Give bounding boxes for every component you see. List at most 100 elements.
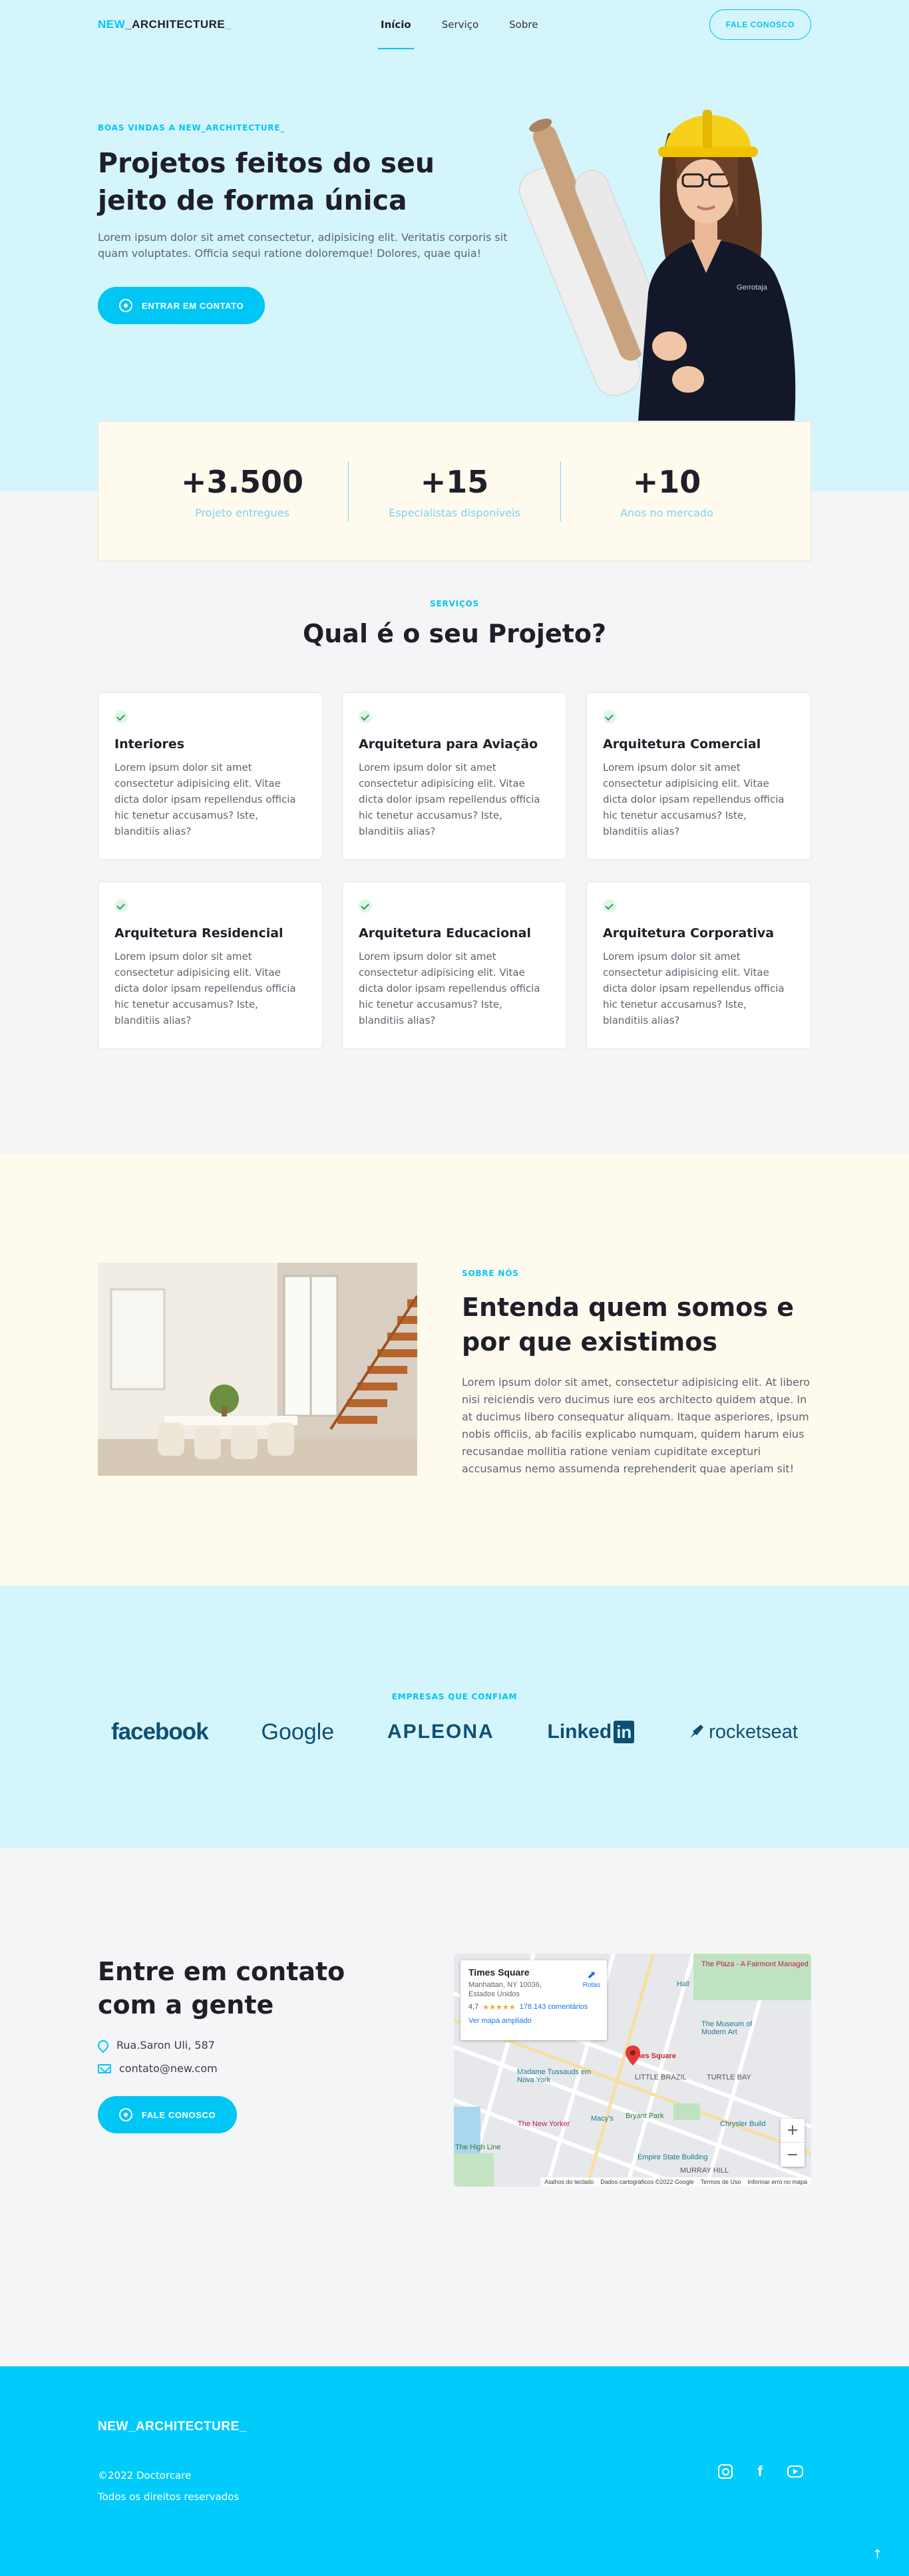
map-report-link[interactable]: Informar erro no mapa	[747, 2179, 807, 2185]
back-to-top-button[interactable]: ↑	[872, 2547, 882, 2561]
service-card-residencial[interactable]: Arquitetura Residencial Lorem ipsum dolo…	[98, 881, 323, 1049]
main-nav: Início Serviço Sobre	[378, 0, 538, 49]
footer-logo[interactable]: NEW_ARCHITECTURE_	[98, 2420, 247, 2434]
services-section: SERVIÇOS Qual é o seu Projeto? Interiore…	[0, 491, 909, 1049]
service-card-title: Arquitetura Corporativa	[603, 926, 775, 941]
map-place-title: Times Square	[468, 1967, 530, 1978]
shirt-text: Gerrotaja	[737, 284, 768, 292]
contact-button[interactable]: FALE CONOSCO	[98, 2096, 238, 2133]
contact-section: Entre em contato com a gente Rua.Saron U…	[0, 1848, 909, 2296]
about-text: SOBRE NÓS Entenda quem somos e por que e…	[462, 1269, 811, 1478]
map-route-button[interactable]: ⬈ Rotas	[583, 1968, 600, 1989]
map-label: The New Yorker	[518, 2120, 570, 2128]
brands-row: facebook Google APLEONA Linked in rocket…	[111, 1719, 798, 1745]
directions-icon: ⬈	[587, 1970, 596, 1981]
map-label: LITTLE BRAZIL	[635, 2073, 687, 2081]
contact-email-text[interactable]: contato@new.com	[119, 2062, 218, 2075]
services-title: Qual é o seu Projeto?	[302, 619, 607, 648]
map-shortcuts-link[interactable]: Atalhos do teclado	[544, 2179, 594, 2185]
logo[interactable]: NEW_ARCHITECTURE_	[98, 18, 232, 31]
header-contact-button[interactable]: FALE CONOSCO	[709, 9, 811, 40]
service-card-interiores[interactable]: Interiores Lorem ipsum dolor sit amet co…	[98, 692, 323, 860]
map-marker-icon[interactable]	[626, 2045, 640, 2065]
stats-panel: +3.500 Projeto entregues +15 Especialist…	[98, 421, 811, 561]
check-icon	[359, 710, 372, 724]
stat-value: +3.500	[180, 463, 304, 500]
stat-value: +15	[420, 463, 489, 500]
zoom-out-button[interactable]: −	[781, 2143, 805, 2167]
logo-suffix: _	[225, 18, 232, 31]
contact-address-text: Rua.Saron Uli, 587	[116, 2039, 215, 2051]
hero-contact-button[interactable]: ENTRAR EM CONTATO	[98, 287, 266, 324]
service-card-corporativa[interactable]: Arquitetura Corporativa Lorem ipsum dolo…	[586, 881, 811, 1049]
map-expand-link[interactable]: Ver mapa ampliado	[468, 2017, 599, 2025]
logo-prefix: NEW	[98, 18, 126, 31]
linkedin-logo-text: Linked	[547, 1721, 612, 1743]
service-card-aviacao[interactable]: Arquitetura para Aviação Lorem ipsum dol…	[342, 692, 567, 860]
rocket-icon	[690, 1725, 704, 1738]
map-label: Empire State Building	[637, 2153, 708, 2161]
map-label: The Plaza - A Fairmont Managed	[701, 1960, 809, 1968]
social-links: f	[718, 2463, 803, 2479]
hero-section: NEW_ARCHITECTURE_ Início Serviço Sobre F…	[0, 0, 909, 491]
contact-title: Entre em contato com a gente	[98, 1957, 345, 2020]
service-card-title: Arquitetura Educacional	[359, 926, 531, 941]
footer-copy: ©2022 Doctorcare Todos os direitos reser…	[98, 2465, 239, 2507]
service-card-comercial[interactable]: Arquitetura Comercial Lorem ipsum dolor …	[586, 692, 811, 860]
hero-text: BOAS VINDAS A NEW_ARCHITECTURE_ Projetos…	[98, 123, 524, 324]
check-icon	[603, 710, 616, 724]
map-pin-icon	[95, 2038, 111, 2053]
service-card-text: Lorem ipsum dolor sit amet consectetur a…	[603, 951, 785, 1026]
service-card-title: Arquitetura Residencial	[114, 926, 283, 941]
map-terms-link[interactable]: Termos de Uso	[701, 2179, 741, 2185]
map-attribution: Atalhos do teclado Dados cartográficos ©…	[540, 2177, 811, 2187]
check-icon	[603, 899, 616, 913]
stat-value: +10	[632, 463, 701, 500]
map-rating-value: 4,7	[468, 2003, 479, 2011]
hero-contact-label: ENTRAR EM CONTATO	[142, 300, 244, 311]
service-card-text: Lorem ipsum dolor sit amet consectetur a…	[603, 761, 785, 837]
embedded-map[interactable]: The Plaza - A Fairmont Managed The Museu…	[454, 1954, 811, 2187]
nav-item-inicio[interactable]: Início	[378, 0, 414, 49]
map-zoom-controls: + −	[781, 2119, 805, 2167]
hero-title: Projetos feitos do seu jeito de forma ún…	[98, 147, 435, 216]
star-icons: ★★★★★	[482, 2004, 516, 2012]
map-data-text: Dados cartográficos ©2022 Google	[600, 2179, 694, 2185]
nav-item-servico[interactable]: Serviço	[442, 0, 478, 49]
nav-item-sobre[interactable]: Sobre	[509, 0, 538, 49]
stat-specialists: +15 Especialistas disponíveis	[349, 464, 560, 519]
instagram-icon[interactable]	[718, 2464, 733, 2479]
map-label: The Museum of Modern Art	[701, 2020, 753, 2036]
site-header: NEW_ARCHITECTURE_ Início Serviço Sobre F…	[98, 0, 811, 49]
whatsapp-icon	[119, 299, 132, 312]
linkedin-logo: Linked in	[548, 1721, 635, 1743]
map-route-label: Rotas	[582, 1982, 600, 1989]
map-reviews-link[interactable]: 178.143 comentários	[520, 2003, 588, 2012]
logo-main: _ARCHITECTURE	[125, 18, 226, 31]
map-label: MURRAY HILL	[680, 2167, 729, 2175]
youtube-icon[interactable]	[787, 2466, 803, 2477]
stat-label: Especialistas disponíveis	[389, 506, 520, 519]
map-place-rating: 4,7 ★★★★★ 178.143 comentários	[468, 2003, 599, 2012]
map-place-address: Manhattan, NY 10036, Estados Unidos	[468, 1981, 542, 1998]
stat-label: Anos no mercado	[620, 506, 713, 519]
contact-address: Rua.Saron Uli, 587	[95, 2038, 384, 2053]
service-card-title: Arquitetura para Aviação	[359, 737, 538, 751]
rocketseat-logo-text: rocketseat	[709, 1721, 798, 1743]
facebook-icon[interactable]: f	[753, 2463, 767, 2479]
map-label: TURTLE BAY	[707, 2073, 751, 2081]
stat-label: Projeto entregues	[195, 506, 289, 519]
contact-button-label: FALE CONOSCO	[142, 2109, 216, 2120]
zoom-in-button[interactable]: +	[781, 2119, 805, 2143]
stat-projects: +3.500 Projeto entregues	[136, 464, 348, 519]
service-card-title: Interiores	[114, 737, 185, 751]
rocketseat-logo: rocketseat	[687, 1721, 798, 1743]
interior-photo	[98, 1263, 417, 1476]
brands-eyebrow: EMPRESAS QUE CONFIAM	[391, 1692, 518, 1701]
map-label: Madame Tussauds em Nova York	[517, 2068, 592, 2084]
service-card-text: Lorem ipsum dolor sit amet consectetur a…	[359, 761, 540, 837]
service-card-educacional[interactable]: Arquitetura Educacional Lorem ipsum dolo…	[342, 881, 567, 1049]
service-card-text: Lorem ipsum dolor sit amet consectetur a…	[114, 761, 296, 837]
mail-icon	[98, 2063, 111, 2073]
linkedin-logo-in: in	[614, 1721, 635, 1743]
